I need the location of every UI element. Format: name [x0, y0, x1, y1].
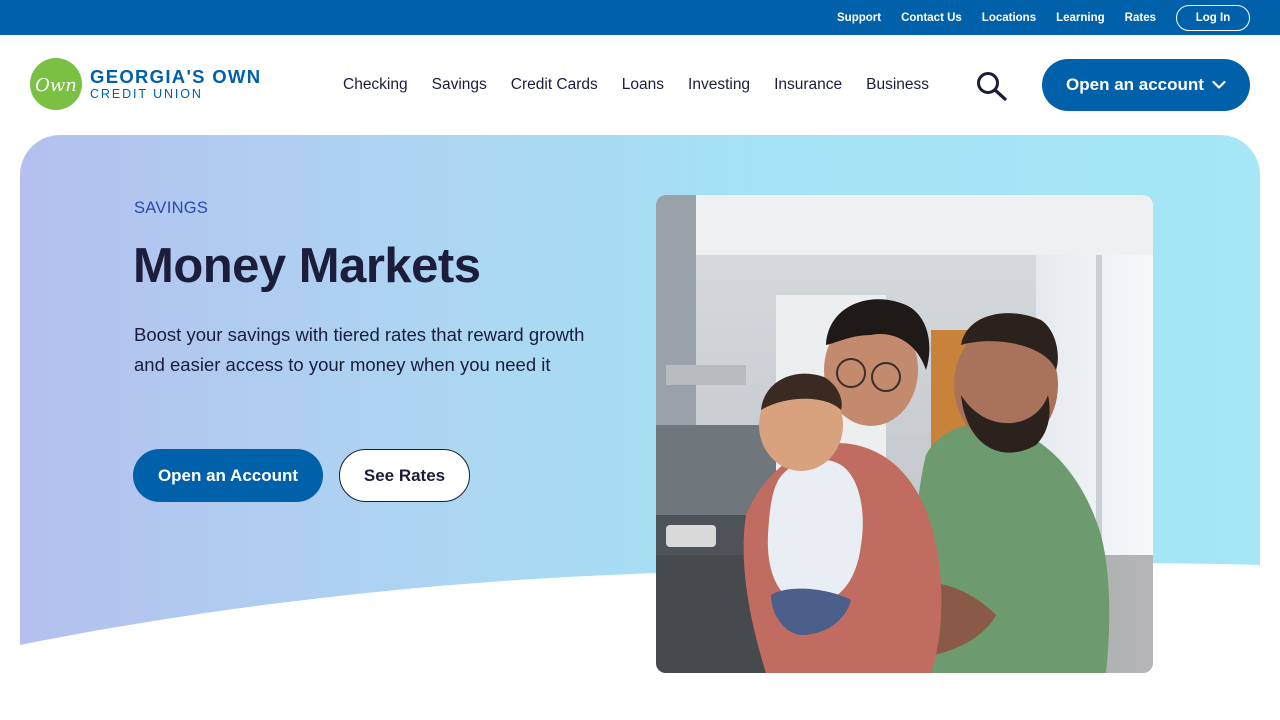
search-button[interactable] — [975, 71, 1009, 101]
utility-bar: Support Contact Us Locations Learning Ra… — [0, 0, 1280, 35]
see-rates-button[interactable]: See Rates — [339, 449, 470, 502]
nav-item-credit-cards[interactable]: Credit Cards — [511, 76, 598, 94]
nav-item-loans[interactable]: Loans — [622, 76, 664, 94]
page-title: Money Markets — [133, 239, 481, 293]
chevron-down-icon — [1212, 80, 1226, 90]
utility-link-locations[interactable]: Locations — [982, 12, 1036, 24]
utility-link-rates[interactable]: Rates — [1125, 12, 1156, 24]
main-header: Own GEORGIA'S OWN CREDIT UNION Checking … — [0, 35, 1280, 135]
login-button[interactable]: Log In — [1176, 4, 1250, 31]
nav-item-insurance[interactable]: Insurance — [774, 76, 842, 94]
nav-item-business[interactable]: Business — [866, 76, 929, 94]
logo-name-line1: GEORGIA'S OWN — [90, 65, 262, 87]
search-icon — [977, 72, 1007, 101]
nav-item-savings[interactable]: Savings — [432, 76, 487, 94]
hero-family-photo — [656, 195, 1153, 673]
nav-item-investing[interactable]: Investing — [688, 76, 750, 94]
site-logo[interactable]: Own GEORGIA'S OWN CREDIT UNION — [30, 58, 261, 110]
open-an-account-button[interactable]: Open an Account — [133, 449, 323, 502]
utility-link-support[interactable]: Support — [837, 12, 881, 24]
open-account-menu-button[interactable]: Open an account — [1042, 59, 1250, 111]
logo-name-line2: CREDIT UNION — [90, 86, 203, 101]
open-account-menu-label: Open an account — [1066, 75, 1204, 94]
hero-eyebrow: SAVINGS — [134, 199, 209, 217]
utility-link-learning[interactable]: Learning — [1056, 12, 1105, 24]
hero-description: Boost your savings with tiered rates tha… — [134, 324, 585, 375]
logo-mark: Own — [30, 58, 82, 110]
logo-mark-text: Own — [35, 75, 77, 96]
logo-own-script: Own — [35, 75, 77, 96]
utility-link-contact-us[interactable]: Contact Us — [901, 12, 962, 24]
utility-links: Support Contact Us Locations Learning Ra… — [817, 0, 1280, 35]
main-nav: Checking Savings Credit Cards Loans Inve… — [343, 35, 929, 135]
nav-item-checking[interactable]: Checking — [343, 76, 408, 94]
logo-wordmark: GEORGIA'S OWN CREDIT UNION — [90, 65, 262, 102]
